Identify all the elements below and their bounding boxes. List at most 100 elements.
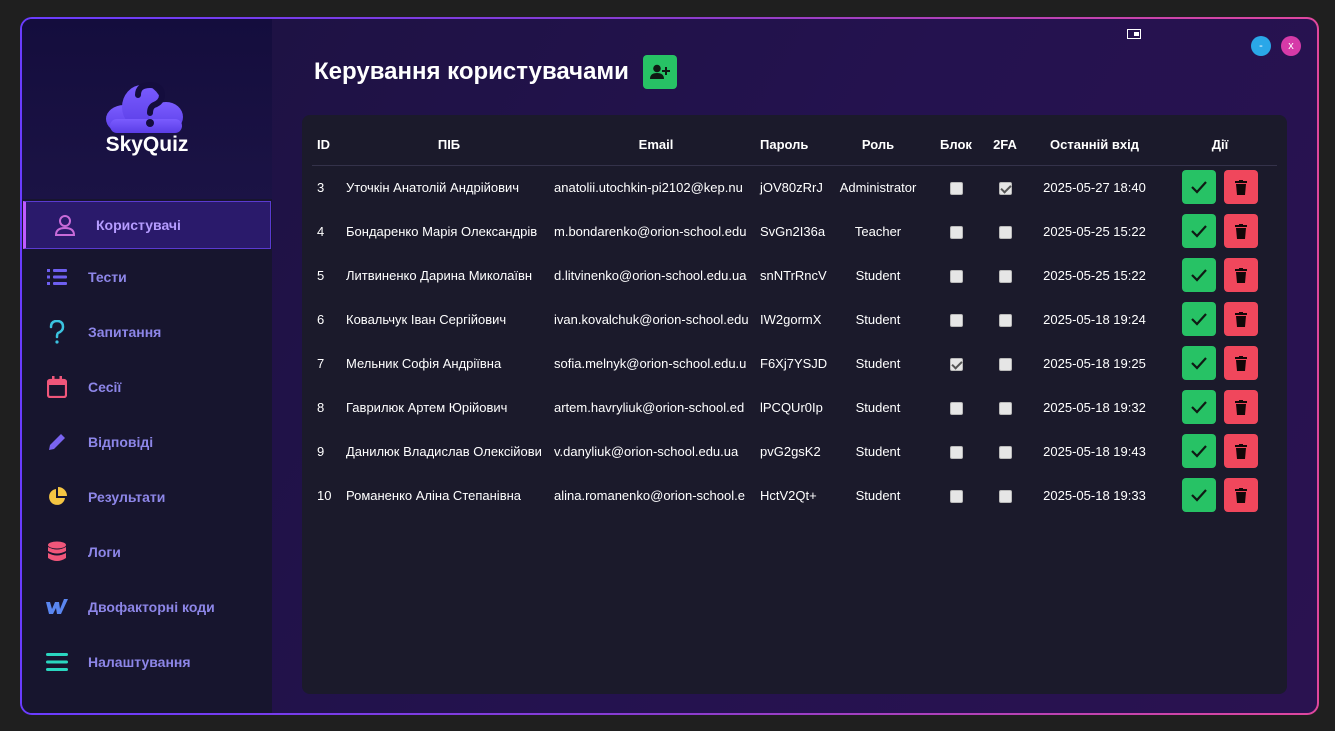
sidebar-item-tests[interactable]: Тести bbox=[22, 249, 272, 304]
cell-2fa bbox=[984, 209, 1026, 253]
block-checkbox[interactable] bbox=[949, 181, 963, 195]
block-checkbox[interactable] bbox=[949, 313, 963, 327]
add-user-button[interactable] bbox=[642, 55, 677, 89]
table-row[interactable]: 10 Романенко Аліна Степанівна alina.romane… bbox=[312, 473, 1277, 517]
cell-name: Данилюк Владислав Олексійови bbox=[346, 443, 542, 459]
save-row-button[interactable] bbox=[1182, 434, 1216, 468]
twofa-checkbox[interactable] bbox=[998, 181, 1012, 195]
twofa-checkbox[interactable] bbox=[998, 313, 1012, 327]
header-last-login[interactable]: Останній вхід bbox=[1026, 125, 1163, 166]
sidebar-item-sessions[interactable]: Сесії bbox=[22, 359, 272, 414]
check-icon bbox=[1191, 269, 1207, 282]
header-2fa[interactable]: 2FA bbox=[984, 125, 1026, 166]
sidebar-item-answers[interactable]: Відповіді bbox=[22, 414, 272, 469]
block-checkbox[interactable] bbox=[949, 269, 963, 283]
delete-row-button[interactable] bbox=[1224, 478, 1258, 512]
cell-2fa bbox=[984, 385, 1026, 429]
table-row[interactable]: 5 Литвиненко Дарина Миколаївн d.litvinenko… bbox=[312, 253, 1277, 297]
delete-row-button[interactable] bbox=[1224, 214, 1258, 248]
twofa-checkbox[interactable] bbox=[998, 489, 1012, 503]
cell-role: Teacher bbox=[854, 223, 902, 239]
cell-id: 6 bbox=[317, 311, 325, 327]
header-id[interactable]: ID bbox=[312, 125, 344, 166]
header-block[interactable]: Блок bbox=[928, 125, 984, 166]
delete-row-button[interactable] bbox=[1224, 390, 1258, 424]
sidebar-item-settings[interactable]: Налаштування bbox=[22, 634, 272, 689]
block-checkbox[interactable] bbox=[949, 225, 963, 239]
sidebar-item-users[interactable]: Користувачі bbox=[23, 201, 271, 249]
trash-icon bbox=[1235, 179, 1247, 195]
block-checkbox[interactable] bbox=[949, 357, 963, 371]
trash-icon bbox=[1235, 399, 1247, 415]
table-row[interactable]: 7 Мельник Софія Андріївна sofia.melnyk@ori… bbox=[312, 341, 1277, 385]
header-password[interactable]: Пароль bbox=[758, 125, 828, 166]
cell-last-login: 2025-05-18 19:25 bbox=[1043, 355, 1146, 371]
twofa-checkbox[interactable] bbox=[998, 357, 1012, 371]
sidebar-item-results[interactable]: Результати bbox=[22, 469, 272, 524]
cell-block bbox=[928, 473, 984, 517]
header-email[interactable]: Email bbox=[552, 125, 758, 166]
logo-area: SkyQuiz bbox=[22, 19, 272, 199]
sidebar-item-label: Запитання bbox=[88, 323, 162, 340]
database-icon bbox=[46, 541, 68, 563]
cell-password: IW2gormX bbox=[760, 311, 822, 327]
twofa-checkbox[interactable] bbox=[998, 269, 1012, 283]
cell-block bbox=[928, 165, 984, 209]
delete-row-button[interactable] bbox=[1224, 170, 1258, 205]
cell-actions bbox=[1163, 253, 1277, 297]
save-row-button[interactable] bbox=[1182, 214, 1216, 248]
save-row-button[interactable] bbox=[1182, 170, 1216, 205]
table-row[interactable]: 6 Ковальчук Іван Сергійович ivan.kovalchuk… bbox=[312, 297, 1277, 341]
sidebar-item-questions[interactable]: Запитання bbox=[22, 304, 272, 359]
header-name[interactable]: ПІБ bbox=[344, 125, 552, 166]
table-row[interactable]: 3 Уточкін Анатолій Андрійович anatolii.uto… bbox=[312, 165, 1277, 209]
user-icon bbox=[54, 214, 76, 236]
page-header: Керування користувачами bbox=[314, 55, 677, 89]
check-icon bbox=[1191, 489, 1207, 502]
save-row-button[interactable] bbox=[1182, 258, 1216, 292]
sidebar-item-2fa-codes[interactable]: Двофакторні коди bbox=[22, 579, 272, 634]
delete-row-button[interactable] bbox=[1224, 302, 1258, 336]
close-button[interactable]: x bbox=[1281, 36, 1301, 56]
cell-2fa bbox=[984, 253, 1026, 297]
cell-block bbox=[928, 341, 984, 385]
save-row-button[interactable] bbox=[1182, 346, 1216, 380]
cell-name: Романенко Аліна Степанівна bbox=[346, 487, 522, 503]
table-row[interactable]: 9 Данилюк Владислав Олексійови v.danyliuk@… bbox=[312, 429, 1277, 473]
twofa-checkbox[interactable] bbox=[998, 225, 1012, 239]
block-checkbox[interactable] bbox=[949, 489, 963, 503]
cell-password: HctV2Qt+ bbox=[760, 487, 817, 503]
delete-row-button[interactable] bbox=[1224, 434, 1258, 468]
sidebar-item-label: Користувачі bbox=[96, 217, 181, 233]
cell-actions bbox=[1163, 297, 1277, 341]
cell-2fa bbox=[984, 297, 1026, 341]
save-row-button[interactable] bbox=[1182, 390, 1216, 424]
sidebar-item-logs[interactable]: Логи bbox=[22, 524, 272, 579]
table-row[interactable]: 4 Бондаренко Марія Олександрів m.bondarenk… bbox=[312, 209, 1277, 253]
header-role[interactable]: Роль bbox=[828, 125, 928, 166]
sidebar-nav: Користувачі Тести Запитання Сесії Відпов… bbox=[22, 201, 272, 689]
block-checkbox[interactable] bbox=[949, 445, 963, 459]
twofa-checkbox[interactable] bbox=[998, 401, 1012, 415]
trash-icon bbox=[1235, 223, 1247, 239]
add-user-icon bbox=[649, 64, 670, 79]
cell-email: m.bondarenko@orion-school.edu bbox=[554, 223, 747, 239]
question-icon bbox=[46, 319, 68, 344]
delete-row-button[interactable] bbox=[1224, 258, 1258, 292]
window-mode-icon[interactable] bbox=[1127, 29, 1141, 39]
sidebar-item-label: Результати bbox=[88, 488, 166, 505]
save-row-button[interactable] bbox=[1182, 478, 1216, 512]
table-row[interactable]: 8 Гаврилюк Артем Юрійович artem.havryliuk@… bbox=[312, 385, 1277, 429]
block-checkbox[interactable] bbox=[949, 401, 963, 415]
trash-icon bbox=[1235, 355, 1247, 371]
sidebar-item-label: Логи bbox=[88, 543, 121, 560]
check-icon bbox=[1191, 357, 1207, 370]
delete-row-button[interactable] bbox=[1224, 346, 1258, 380]
cell-password: pvG2gsK2 bbox=[760, 443, 821, 459]
minimize-button[interactable]: - bbox=[1251, 36, 1271, 56]
cell-last-login: 2025-05-25 15:22 bbox=[1043, 267, 1146, 283]
save-row-button[interactable] bbox=[1182, 302, 1216, 336]
sidebar-item-label: Відповіді bbox=[88, 433, 154, 450]
cell-name: Ковальчук Іван Сергійович bbox=[346, 311, 507, 327]
twofa-checkbox[interactable] bbox=[998, 445, 1012, 459]
